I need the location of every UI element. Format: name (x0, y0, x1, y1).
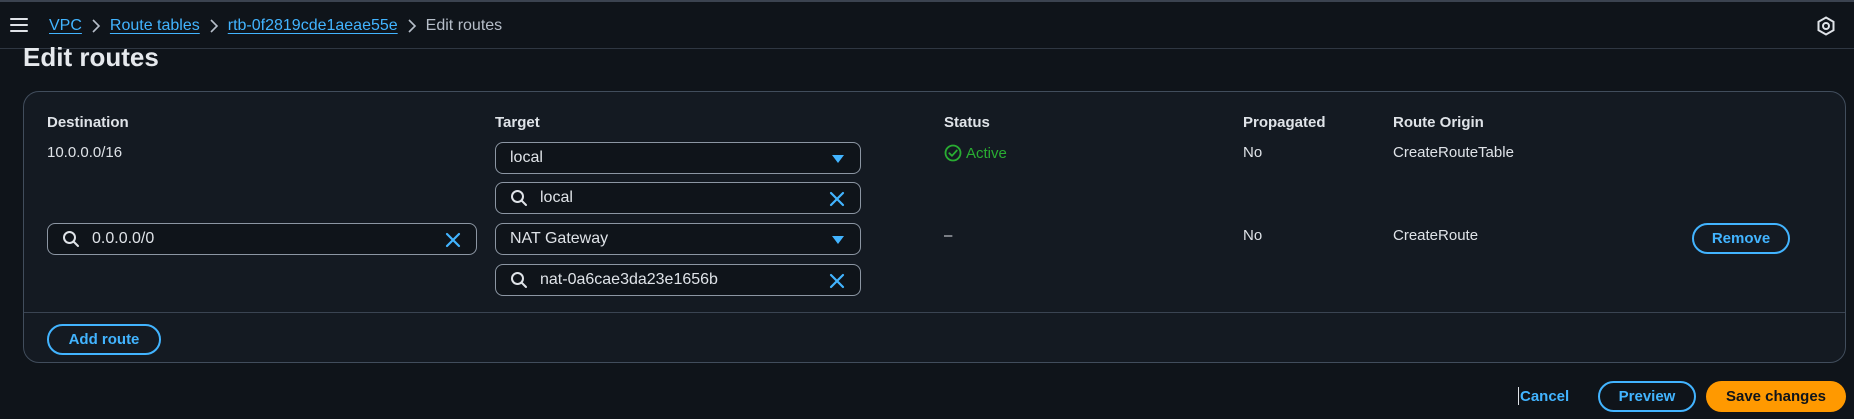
row-1-propagated: No (1243, 144, 1263, 161)
cancel-button-label: Cancel (1520, 387, 1570, 405)
row-1-target-search-input[interactable]: local (495, 182, 861, 214)
row-2-route-origin: CreateRoute (1393, 227, 1479, 244)
save-changes-button[interactable]: Save changes (1706, 381, 1846, 412)
cancel-button[interactable]: Cancel (1518, 387, 1569, 405)
column-header-route-origin: Route Origin (1393, 114, 1484, 131)
settings-hex-icon[interactable] (1816, 16, 1836, 36)
clear-icon[interactable] (828, 272, 846, 290)
search-icon (510, 189, 528, 207)
caret-down-icon (830, 233, 846, 247)
column-header-propagated: Propagated (1243, 114, 1326, 131)
row-1-status: Active (944, 144, 1007, 162)
search-icon (62, 230, 80, 248)
row-2-target-search-value: nat-0a6cae3da23e1656b (540, 271, 718, 288)
chevron-right-icon (398, 15, 426, 37)
row-2-status: – (944, 227, 953, 244)
breadcrumb: VPC Route tables rtb-0f2819cde1aeae55e E… (49, 15, 502, 37)
row-1-route-origin: CreateRouteTable (1393, 144, 1514, 161)
preview-button[interactable]: Preview (1598, 381, 1696, 412)
menu-icon[interactable] (10, 18, 28, 32)
status-check-icon (944, 144, 962, 162)
clear-icon[interactable] (828, 190, 846, 208)
routes-container: Destination Target Status Propagated Rou… (23, 91, 1846, 363)
row-2-target-search-input[interactable]: nat-0a6cae3da23e1656b (495, 264, 861, 296)
breadcrumb-vpc-link[interactable]: VPC (49, 17, 82, 35)
row-2-propagated: No (1243, 227, 1263, 244)
row-1-status-label: Active (966, 144, 1007, 162)
chevron-right-icon (82, 15, 110, 37)
chevron-right-icon (200, 15, 228, 37)
column-header-destination: Destination (47, 114, 129, 131)
caret-down-icon (830, 152, 846, 166)
search-icon (510, 271, 528, 289)
top-navigation-bar: VPC Route tables rtb-0f2819cde1aeae55e E… (0, 0, 1854, 49)
row-2-target-select[interactable]: NAT Gateway (495, 223, 861, 255)
page-title: Edit routes (23, 42, 159, 72)
text-cursor (1518, 387, 1519, 405)
add-route-button[interactable]: Add route (47, 324, 161, 355)
row-1-destination: 10.0.0.0/16 (47, 144, 123, 161)
column-header-status: Status (944, 114, 990, 131)
container-divider (24, 312, 1845, 313)
clear-icon[interactable] (444, 231, 462, 249)
row-1-target-select[interactable]: local (495, 142, 861, 174)
row-2-destination-value: 0.0.0.0/0 (92, 230, 155, 247)
breadcrumb-route-table-id-link[interactable]: rtb-0f2819cde1aeae55e (228, 17, 398, 35)
row-2-target-select-value: NAT Gateway (510, 230, 609, 247)
row-2-destination-input[interactable]: 0.0.0.0/0 (47, 223, 477, 255)
breadcrumb-current: Edit routes (425, 17, 503, 34)
breadcrumb-route-tables-link[interactable]: Route tables (110, 17, 200, 35)
column-header-target: Target (495, 114, 540, 131)
row-1-target-search-value: local (540, 189, 573, 206)
row-1-target-select-value: local (510, 149, 543, 166)
remove-route-button[interactable]: Remove (1692, 223, 1790, 254)
